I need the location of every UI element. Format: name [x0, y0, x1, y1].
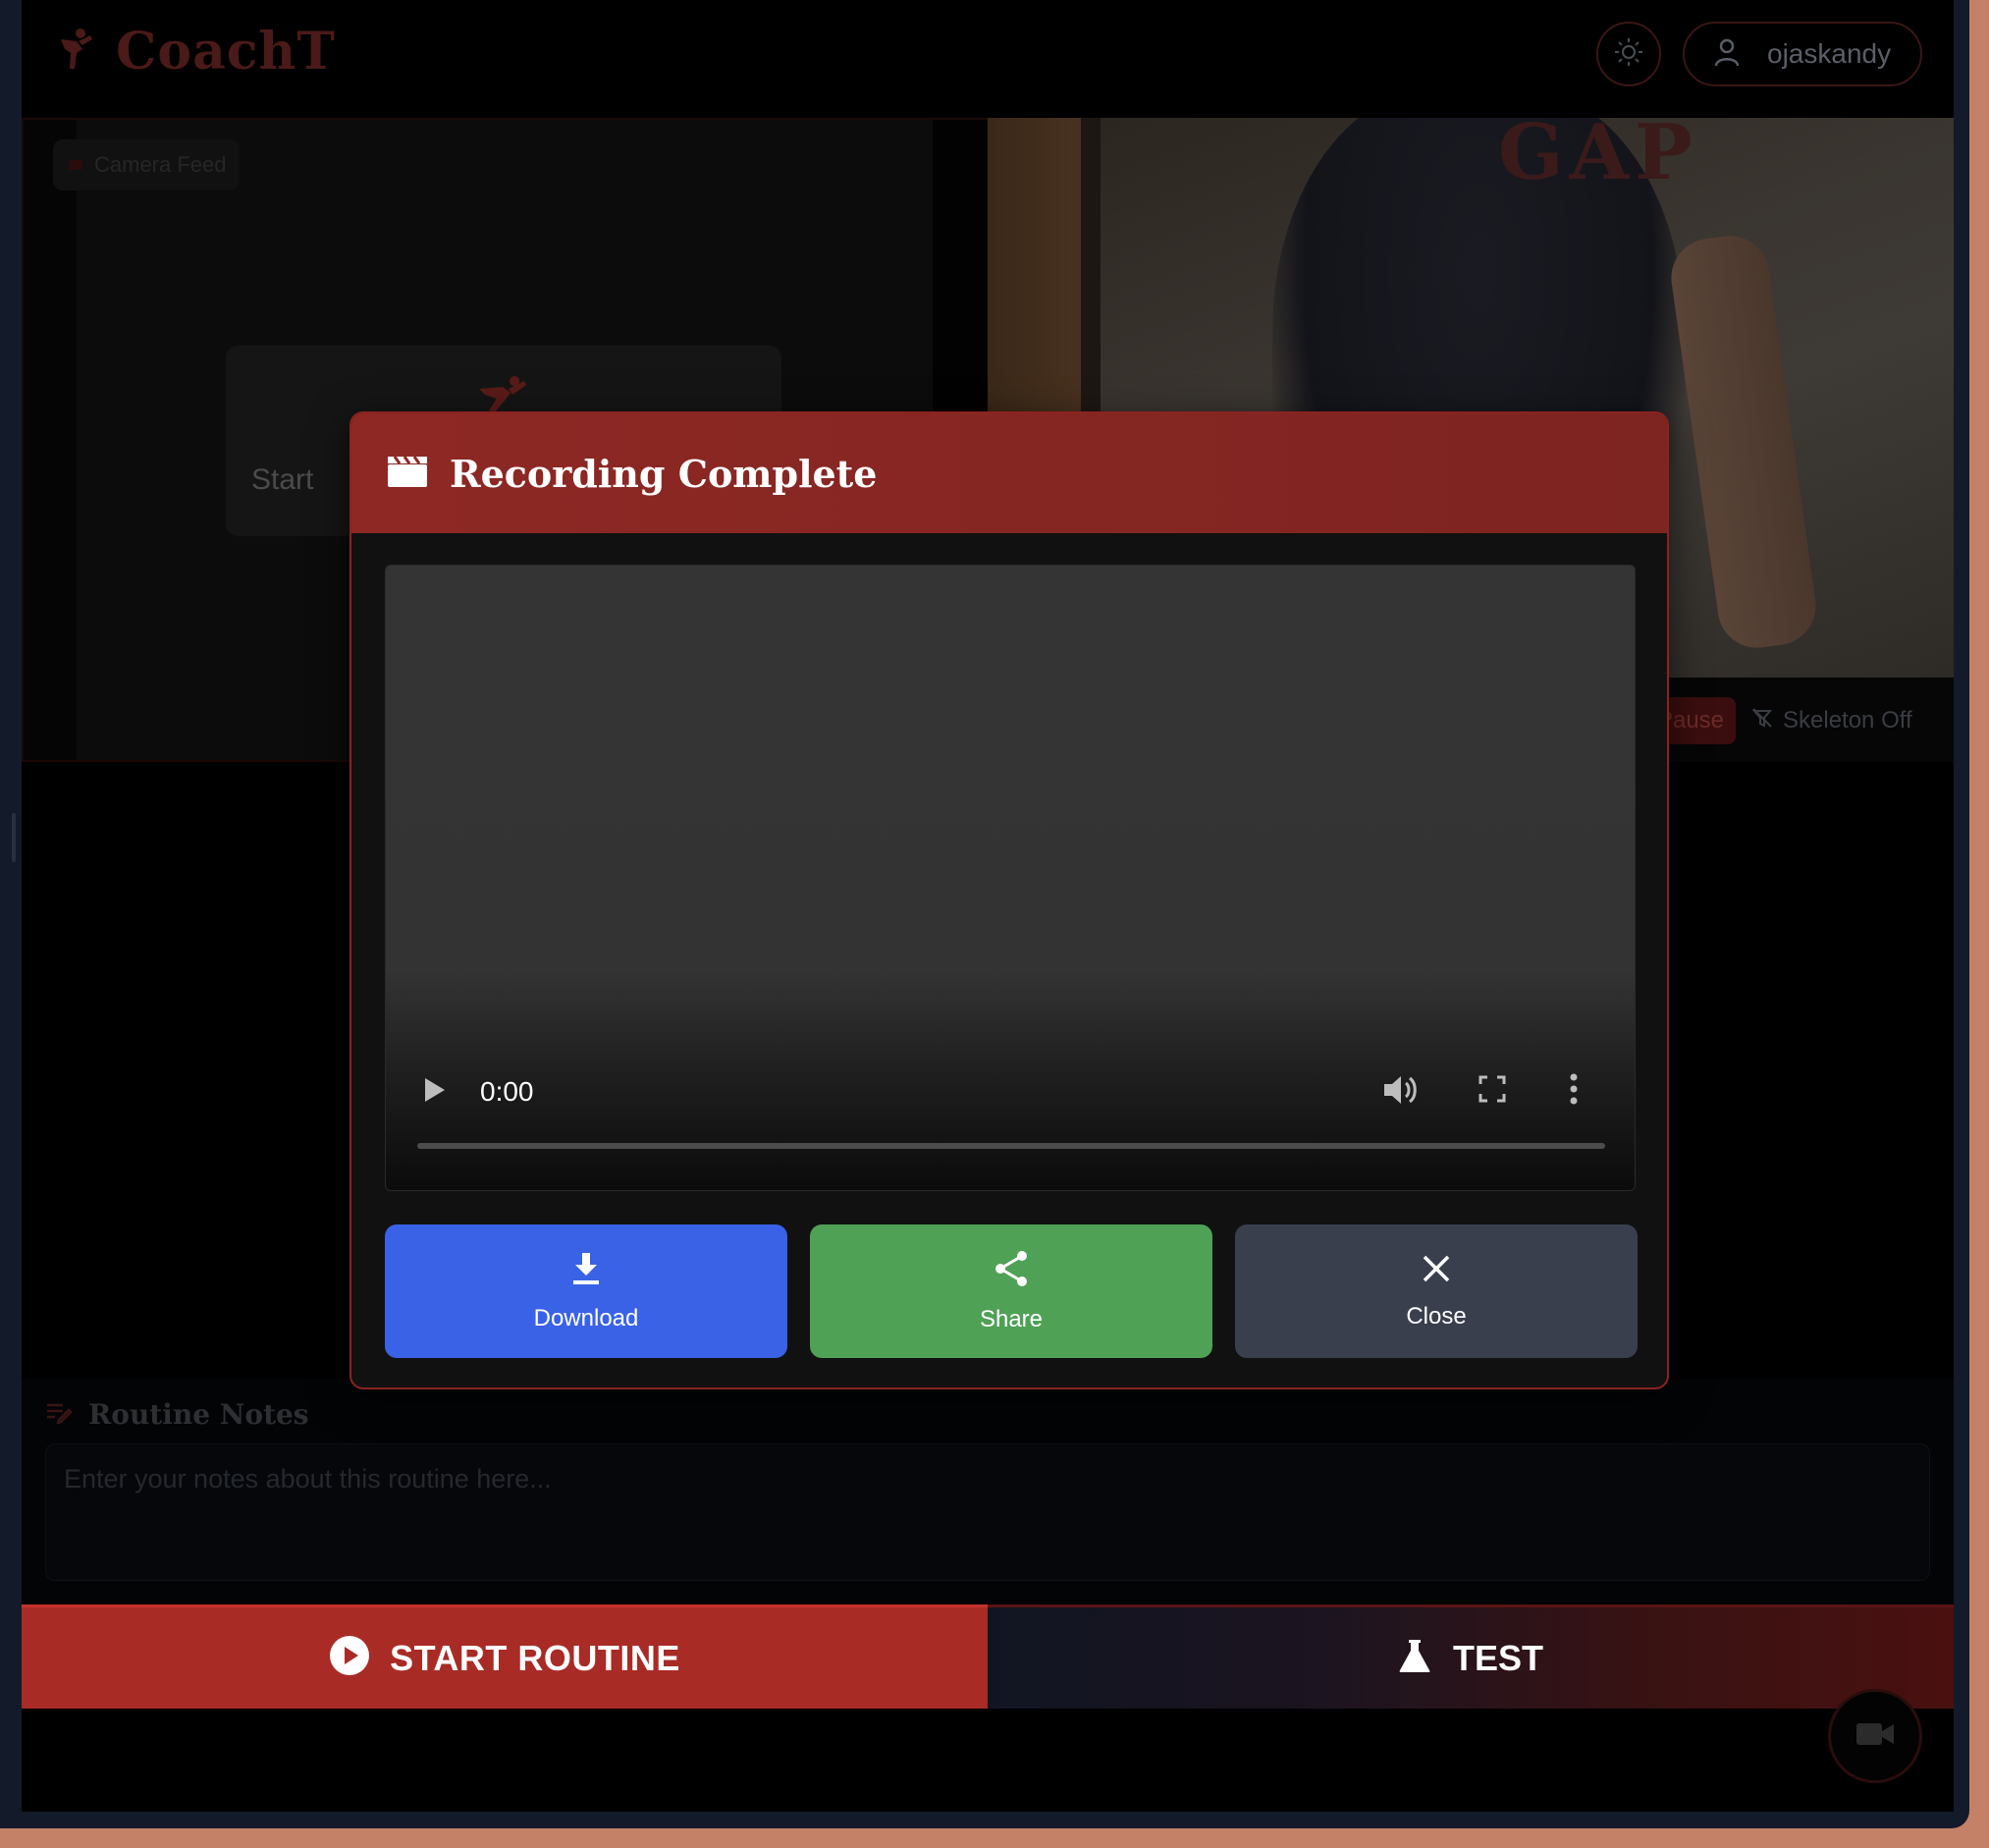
download-label: Download: [533, 1304, 639, 1332]
routine-notes-input[interactable]: [45, 1443, 1930, 1581]
close-label: Close: [1406, 1302, 1467, 1330]
more-options-icon[interactable]: [1568, 1072, 1580, 1111]
routine-notes-section: Routine Notes: [22, 1379, 1954, 1604]
header: CoachT ojaskandy: [22, 0, 1954, 118]
notes-icon: [45, 1400, 73, 1429]
clapperboard-icon: [387, 455, 428, 493]
shirt-logo: GAP: [1498, 118, 1698, 197]
start-routine-button[interactable]: START ROUTINE: [22, 1604, 988, 1709]
logo[interactable]: CoachT: [55, 22, 336, 82]
app-name: CoachT: [116, 22, 336, 82]
modal-title: Recording Complete: [450, 451, 878, 496]
volume-icon[interactable]: [1381, 1072, 1421, 1113]
flask-icon: [1398, 1638, 1431, 1678]
skeleton-toggle-button[interactable]: Skeleton Off: [1751, 697, 1912, 744]
resize-handle[interactable]: [12, 813, 16, 862]
current-time: 0:00: [480, 1076, 534, 1107]
theme-toggle-button[interactable]: [1596, 22, 1661, 86]
test-label: TEST: [1452, 1637, 1543, 1678]
recorded-video-player[interactable]: 0:00: [385, 565, 1636, 1191]
panel-edge: [24, 120, 77, 760]
download-button[interactable]: Download: [385, 1224, 787, 1358]
skeleton-off-icon: [1751, 707, 1773, 735]
video-camera-icon: [1855, 1721, 1895, 1752]
recording-complete-modal: Recording Complete 0:00 Download Share C…: [349, 411, 1669, 1389]
action-bar: START ROUTINE TEST: [22, 1604, 1954, 1709]
test-button[interactable]: TEST: [988, 1604, 1954, 1709]
share-icon: [994, 1250, 1029, 1294]
start-routine-label: START ROUTINE: [390, 1637, 680, 1678]
close-icon: [1421, 1253, 1452, 1291]
close-button[interactable]: Close: [1235, 1224, 1638, 1358]
sun-icon: [1614, 37, 1643, 72]
share-label: Share: [979, 1305, 1044, 1332]
share-button[interactable]: Share: [810, 1224, 1212, 1358]
play-circle-icon: [329, 1635, 370, 1681]
fullscreen-icon[interactable]: [1478, 1074, 1507, 1109]
modal-header: Recording Complete: [351, 413, 1667, 533]
camera-icon: [69, 160, 82, 170]
user-menu-button[interactable]: ojaskandy: [1683, 22, 1922, 86]
video-player-controls: 0:00: [386, 1055, 1635, 1133]
martial-arts-kick-icon: [55, 27, 94, 76]
record-button[interactable]: [1828, 1689, 1922, 1783]
app-window: CoachT ojaskandy Camera Feed Start GAP P…: [0, 0, 1969, 1828]
app-root: CoachT ojaskandy Camera Feed Start GAP P…: [22, 0, 1954, 1812]
camera-feed-label: Camera Feed: [53, 139, 240, 190]
person-arm: [1666, 231, 1821, 653]
user-icon: [1714, 37, 1740, 72]
start-prompt: Start: [251, 463, 314, 496]
camera-feed-text: Camera Feed: [94, 152, 227, 177]
username: ojaskandy: [1767, 38, 1892, 69]
routine-notes-header: Routine Notes: [45, 1398, 309, 1431]
video-progress-bar[interactable]: [417, 1143, 1605, 1149]
skeleton-label: Skeleton Off: [1783, 707, 1912, 734]
play-icon[interactable]: [421, 1074, 449, 1111]
download-icon: [570, 1251, 602, 1293]
routine-notes-title: Routine Notes: [88, 1398, 309, 1431]
